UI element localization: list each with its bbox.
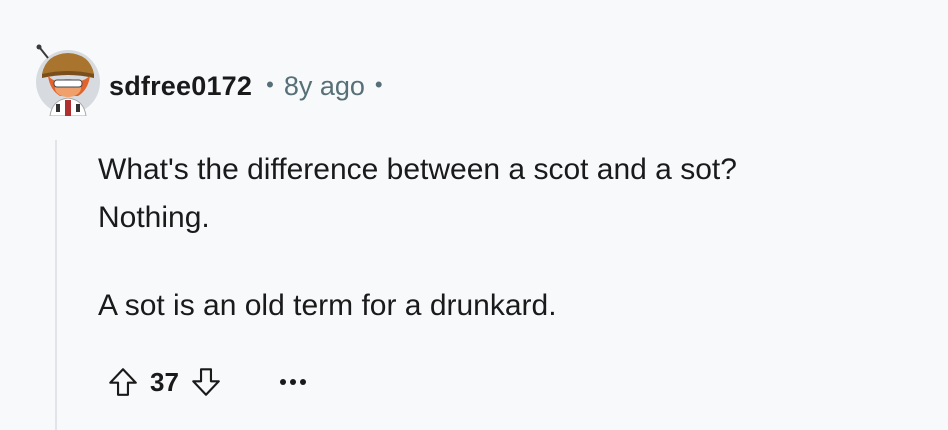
separator-dot-trailing: • — [374, 72, 383, 97]
comment-text-line: Nothing. — [98, 201, 210, 234]
downvote-button[interactable] — [185, 361, 227, 403]
comment-body: What's the difference between a scot and… — [98, 146, 918, 330]
more-options-button[interactable] — [271, 361, 315, 403]
more-options-icon — [279, 379, 306, 385]
comment-actions: 37 — [102, 360, 315, 404]
downvote-arrow-icon — [192, 368, 220, 396]
comment-meta: sdfree0172 • 8y ago • — [109, 66, 383, 106]
avatar-image — [36, 44, 100, 117]
timestamp[interactable]: 8y ago — [284, 71, 365, 102]
thread-line[interactable] — [55, 140, 57, 430]
upvote-button[interactable] — [102, 361, 144, 403]
upvote-arrow-icon — [109, 368, 137, 396]
vote-score: 37 — [150, 366, 179, 397]
comment-text-line: A sot is an old term for a drunkard. — [98, 289, 557, 322]
comment: sdfree0172 • 8y ago • What's the differe… — [0, 0, 948, 430]
username-link[interactable]: sdfree0172 — [109, 71, 252, 102]
comment-text-line: What's the difference between a scot and… — [98, 153, 737, 186]
avatar[interactable] — [30, 44, 102, 117]
separator-dot: • — [266, 72, 274, 97]
